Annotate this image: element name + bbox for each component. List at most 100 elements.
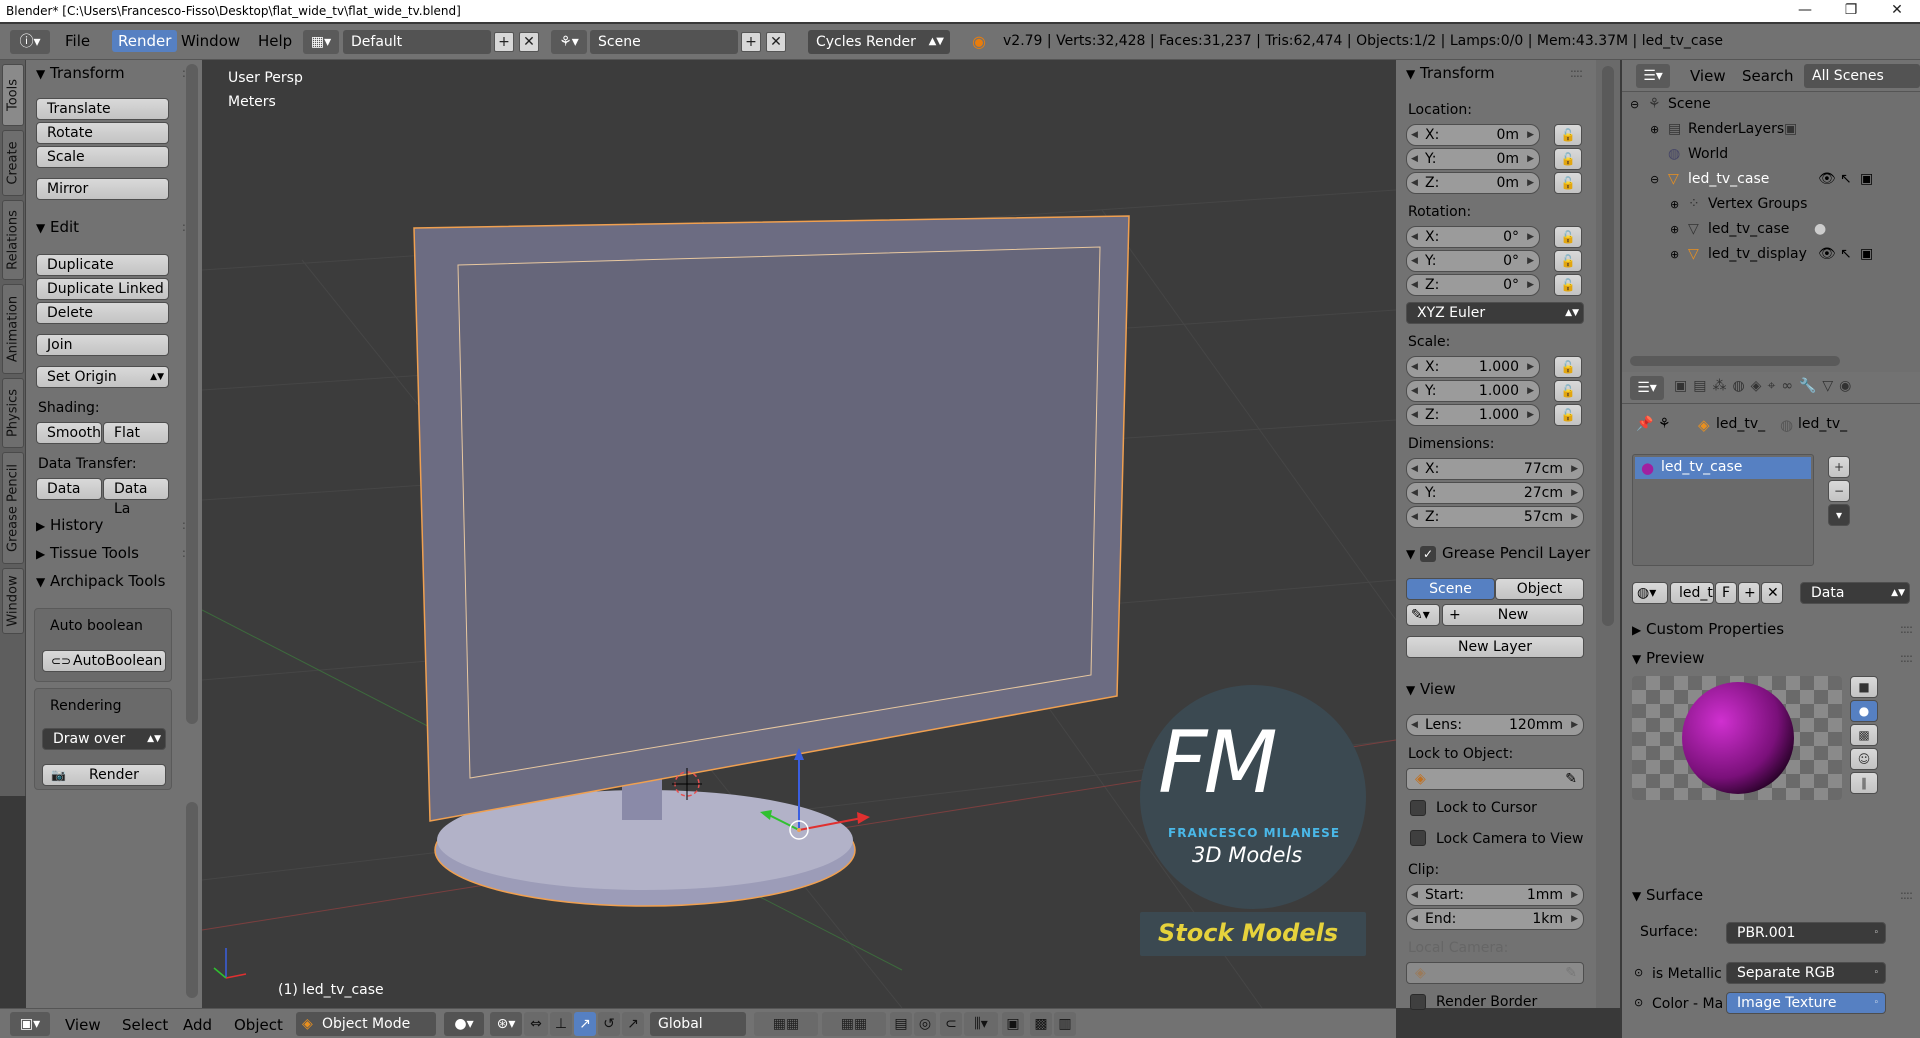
drag-handle-icon[interactable]: :::: <box>1900 888 1913 902</box>
outliner-editor-icon[interactable]: ☰▾ <box>1636 64 1670 88</box>
render-icon[interactable]: ▣ <box>1784 117 1797 142</box>
outliner-search-menu[interactable]: Search <box>1742 67 1794 85</box>
remove-slot-icon[interactable]: − <box>1828 480 1850 502</box>
add-slot-icon[interactable]: + <box>1828 456 1850 478</box>
preview-sphere-icon[interactable]: ● <box>1850 700 1878 722</box>
expand-icon[interactable]: ⊙ <box>1634 996 1643 1009</box>
dimension-z-field[interactable]: ◀ Z: 57cm ▶ <box>1406 506 1584 528</box>
lock-rotation-y-icon[interactable]: 🔓 <box>1554 250 1582 272</box>
manipulator-toggle-icon[interactable]: ⇔ <box>524 1012 548 1036</box>
slot-specials-icon[interactable]: ▾ <box>1828 504 1850 526</box>
lower-scrollbar[interactable] <box>186 802 198 998</box>
join-button[interactable]: Join <box>36 334 169 356</box>
pin-icon[interactable]: 📌 <box>1636 416 1653 432</box>
pivot-point-icon[interactable]: ⊛▾ <box>490 1012 522 1036</box>
new-material-icon[interactable]: + <box>1738 582 1760 604</box>
expand-icon[interactable]: ⊙ <box>1634 966 1643 979</box>
location-z-field[interactable]: ◀ Z: 0m ▶ <box>1406 172 1540 194</box>
fake-user-button[interactable]: F <box>1715 582 1737 604</box>
npanel-scrollbar[interactable] <box>1602 66 1614 626</box>
menu-help[interactable]: Help <box>258 32 292 50</box>
outliner-row-vertex-groups[interactable]: ⊕ ⁘ Vertex Groups <box>1622 192 1920 217</box>
is-metallic-input[interactable]: Separate RGB ◦ <box>1726 962 1886 984</box>
lock-location-x-icon[interactable]: 🔓 <box>1554 124 1582 146</box>
eyedropper-icon[interactable]: ✎ <box>1565 769 1577 789</box>
color-map-input[interactable]: Image Texture ◦ <box>1726 992 1886 1014</box>
scale-x-field[interactable]: ◀ X: 1.000 ▶ <box>1406 356 1540 378</box>
duplicate-button[interactable]: Duplicate <box>36 254 169 276</box>
layers-grid-2-icon[interactable]: ▦▦ <box>822 1012 886 1036</box>
delete-button[interactable]: Delete <box>36 302 169 324</box>
menu-add[interactable]: Add <box>183 1016 212 1034</box>
screen-layout-icon[interactable]: ▦▾ <box>303 30 339 54</box>
mode-select[interactable]: ◈ Object Mode <box>296 1012 436 1036</box>
add-layout-icon[interactable]: + <box>494 32 514 52</box>
drag-handle-icon[interactable]: :::: <box>1570 66 1583 80</box>
eye-icon[interactable]: 👁 <box>1818 242 1836 267</box>
cursor-select-icon[interactable]: ↖ <box>1840 242 1852 267</box>
smooth-button[interactable]: Smooth <box>36 422 102 444</box>
collapse-icon[interactable]: ⊖ <box>1650 167 1659 192</box>
tab-window[interactable]: Window <box>2 568 24 634</box>
translate-button[interactable]: Translate <box>36 98 169 120</box>
layers-grid-icon[interactable]: ▦▦ <box>754 1012 818 1036</box>
lock-camera-checkbox[interactable] <box>1410 830 1426 846</box>
lens-field[interactable]: ◀ Lens: 120mm ▶ <box>1406 714 1584 736</box>
translate-manipulator-icon[interactable]: ⊥ <box>550 1012 572 1036</box>
lock-location-y-icon[interactable]: 🔓 <box>1554 148 1582 170</box>
outliner-row-led-tv-case-mesh[interactable]: ⊕ ▽ led_tv_case ● <box>1622 217 1920 242</box>
lock-object-field[interactable]: ◈ ✎ <box>1406 768 1584 790</box>
set-origin-select[interactable]: Set Origin ▲▼ <box>36 366 169 388</box>
duplicate-linked-button[interactable]: Duplicate Linked <box>36 278 169 300</box>
tab-relations[interactable]: Relations <box>2 200 24 280</box>
lock-to-cursor-checkbox[interactable] <box>1410 800 1426 816</box>
breadcrumb-object[interactable]: led_tv_ <box>1716 416 1765 432</box>
local-camera-field[interactable]: ◈ ✎ <box>1406 962 1584 984</box>
panel-tissue-header[interactable]: ▶ Tissue Tools <box>36 544 139 562</box>
layout-select[interactable]: Default <box>343 30 491 54</box>
snap-toggle-icon[interactable]: ⊂ <box>940 1012 962 1036</box>
orientation-select[interactable]: Global <box>650 1012 746 1036</box>
add-scene-icon[interactable]: + <box>741 32 761 52</box>
outliner-row-world[interactable]: ◍ World <box>1622 142 1920 167</box>
scale-z-field[interactable]: ◀ Z: 1.000 ▶ <box>1406 404 1540 426</box>
render-engine-select[interactable]: Cycles Render ▲▼ <box>808 30 950 54</box>
location-x-field[interactable]: ◀ X: 0m ▶ <box>1406 124 1540 146</box>
camera-render-icon[interactable]: ▣ <box>1860 167 1873 192</box>
context-tabs-icons[interactable]: ▣▤⁂◍◈⌖∞🔧▽◉ <box>1674 378 1857 394</box>
custom-props-header[interactable]: ▶ Custom Properties <box>1632 620 1784 638</box>
preview-cube-icon[interactable]: ▩ <box>1850 724 1878 746</box>
outliner-row-led-tv-display[interactable]: ⊕ ▽ led_tv_display 👁 ↖ ▣ <box>1622 242 1920 267</box>
draw-over-select[interactable]: Draw over ▲▼ <box>42 728 166 750</box>
lock-scale-y-icon[interactable]: 🔓 <box>1554 380 1582 402</box>
data-layout-button[interactable]: Data La <box>103 478 169 517</box>
snap-target-icon[interactable]: ▣ <box>1002 1012 1024 1036</box>
flat-button[interactable]: Flat <box>103 422 169 444</box>
expand-icon[interactable]: ⊕ <box>1670 217 1679 242</box>
lock-rotation-z-icon[interactable]: 🔓 <box>1554 274 1582 296</box>
rotate-button[interactable]: Rotate <box>36 122 169 144</box>
rotation-mode-select[interactable]: XYZ Euler ▲▼ <box>1406 302 1584 324</box>
preview-hair-icon[interactable]: ∥ <box>1850 772 1878 794</box>
menu-window[interactable]: Window <box>181 32 240 50</box>
tab-create[interactable]: Create <box>2 130 24 196</box>
link-data-select[interactable]: Data ▲▼ <box>1800 582 1910 604</box>
grease-scene-tab[interactable]: Scene <box>1406 578 1495 600</box>
menu-file[interactable]: File <box>65 32 90 50</box>
checkbox-checked-icon[interactable]: ✓ <box>1420 546 1436 562</box>
outliner-row-scene[interactable]: ⊖ ⚘ Scene <box>1622 92 1920 117</box>
eye-icon[interactable]: 👁 <box>1818 167 1836 192</box>
material-slot-row[interactable]: ● led_tv_case <box>1635 457 1811 479</box>
tab-animation[interactable]: Animation <box>2 284 24 374</box>
panel-archipack-header[interactable]: ▼ Archipack Tools <box>36 572 165 590</box>
rotation-z-field[interactable]: ◀ Z: 0° ▶ <box>1406 274 1540 296</box>
panel-edit-header[interactable]: ▼ Edit <box>36 218 79 236</box>
new-layer-button[interactable]: New Layer <box>1406 636 1584 658</box>
rotate-manipulator-icon[interactable]: ↗ <box>574 1012 596 1036</box>
unlink-material-icon[interactable]: ✕ <box>1761 582 1783 604</box>
toolshelf-scrollbar[interactable] <box>186 64 198 724</box>
menu-object[interactable]: Object <box>234 1016 283 1034</box>
render-button[interactable]: 📷 Render <box>42 764 166 786</box>
clip-end-field[interactable]: ◀ End: 1km ▶ <box>1406 908 1584 930</box>
panel-transform-header[interactable]: ▼ Transform <box>36 64 125 82</box>
